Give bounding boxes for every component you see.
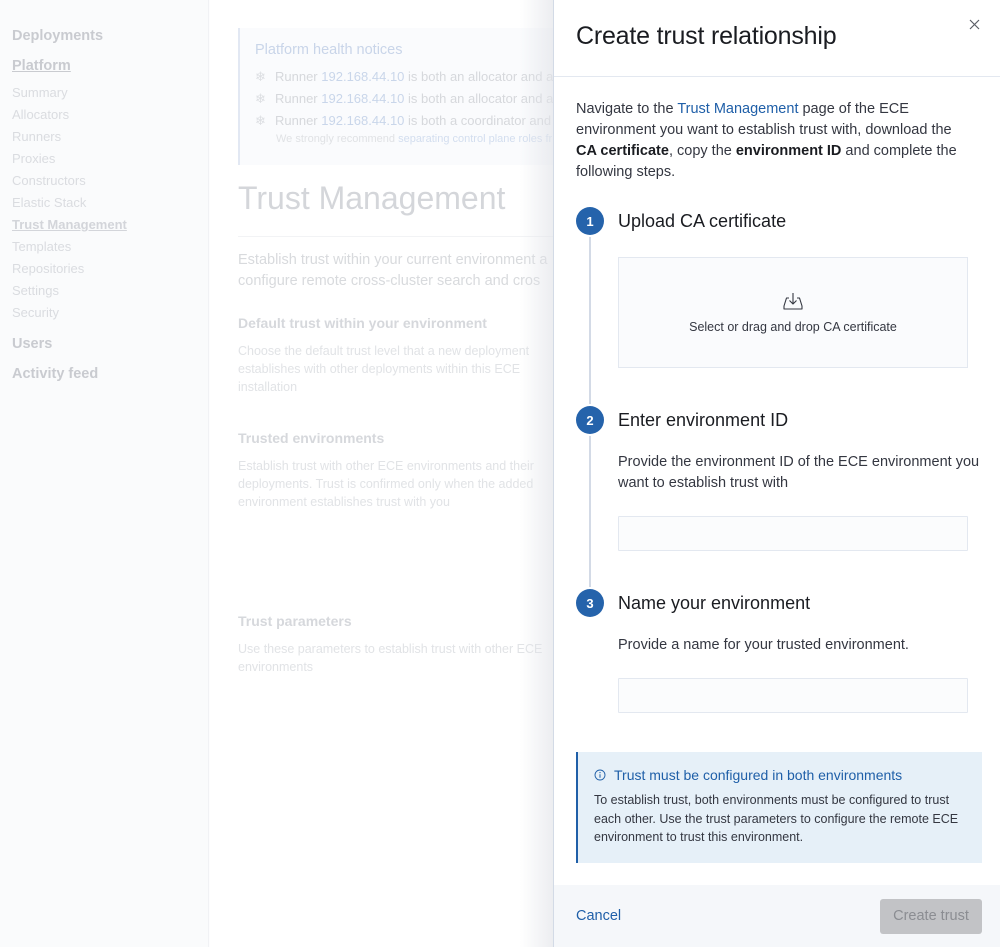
- platform-submenu: Summary Allocators Runners Proxies Const…: [12, 82, 196, 324]
- callout-title: Trust must be configured in both environ…: [614, 767, 903, 783]
- step-name-environment: 3 Name your environment Provide a name f…: [576, 589, 982, 713]
- import-icon: [783, 292, 803, 310]
- step-title: Upload CA certificate: [618, 211, 787, 231]
- notice-prefix: Runner: [275, 113, 318, 128]
- separating-roles-link[interactable]: separating control plane roles fr: [398, 133, 552, 145]
- sidebar-item-repositories[interactable]: Repositories: [12, 258, 196, 280]
- close-button[interactable]: [964, 14, 984, 34]
- environment-id-input[interactable]: [618, 516, 968, 551]
- notice-prefix: Runner: [275, 91, 318, 106]
- step-description: Provide a name for your trusted environm…: [618, 637, 909, 653]
- flyout-intro: Navigate to the Trust Management page of…: [576, 99, 976, 183]
- notice-prefix: Runner: [275, 69, 318, 84]
- step-upload-ca: 1 Upload CA certificate Select or drag a…: [576, 207, 982, 405]
- page-title: Trust Management: [238, 180, 506, 216]
- sidebar-item-users[interactable]: Users: [12, 336, 196, 352]
- sidebar-item-activity-feed[interactable]: Activity feed: [12, 366, 196, 382]
- callout-title-row: Trust must be configured in both environ…: [594, 767, 966, 783]
- step-environment-id: 2 Enter environment ID Provide the envir…: [576, 406, 982, 589]
- sidebar-item-allocators[interactable]: Allocators: [12, 104, 196, 126]
- default-trust-heading: Default trust within your environment: [238, 315, 487, 331]
- trust-management-link[interactable]: Trust Management: [677, 101, 798, 117]
- sidebar: Deployments Platform Summary Allocators …: [0, 0, 209, 947]
- sidebar-item-platform[interactable]: Platform: [12, 58, 196, 74]
- step-title: Name your environment: [618, 593, 811, 613]
- sidebar-item-security[interactable]: Security: [12, 302, 196, 324]
- sidebar-item-summary[interactable]: Summary: [12, 82, 196, 104]
- step-connector-line: [589, 235, 591, 405]
- step-number-badge: 3: [576, 589, 604, 617]
- sidebar-item-settings[interactable]: Settings: [12, 280, 196, 302]
- notice-suffix: is both an allocator and a d: [408, 91, 565, 106]
- intro-bold-environment-id: environment ID: [735, 143, 842, 159]
- note-text: We strongly recommend: [276, 133, 396, 145]
- flyout-footer: Cancel Create trust: [554, 885, 1000, 947]
- cancel-button[interactable]: Cancel: [576, 908, 621, 924]
- info-icon: [594, 769, 606, 781]
- notice-suffix: is both an allocator and a c: [408, 69, 564, 84]
- trusted-environments-heading: Trusted environments: [238, 430, 385, 446]
- trust-info-callout: Trust must be configured in both environ…: [576, 752, 982, 863]
- sidebar-item-runners[interactable]: Runners: [12, 126, 196, 148]
- intro-text: , copy the: [668, 143, 736, 159]
- step-title: Enter environment ID: [618, 410, 789, 430]
- create-trust-button[interactable]: Create trust: [880, 898, 982, 934]
- notice-suffix: is both a coordinator and a: [408, 113, 562, 128]
- runner-ip-link[interactable]: 192.168.44.10: [321, 69, 404, 84]
- step-number-badge: 2: [576, 406, 604, 434]
- sidebar-item-templates[interactable]: Templates: [12, 236, 196, 258]
- trust-parameters-description: Use these parameters to establish trust …: [238, 642, 543, 674]
- intro-text: Navigate to the: [576, 101, 678, 117]
- cluster-icon: ❄: [255, 113, 266, 128]
- trust-parameters-heading: Trust parameters: [238, 613, 352, 629]
- trusted-environments-description: Establish trust with other ECE environme…: [238, 459, 534, 509]
- runner-ip-link[interactable]: 192.168.44.10: [321, 113, 404, 128]
- close-icon: [969, 19, 979, 29]
- create-trust-flyout: Create trust relationship Navigate to th…: [553, 0, 1000, 947]
- ca-certificate-dropzone[interactable]: Select or drag and drop CA certificate: [618, 257, 968, 368]
- default-trust-description: Choose the default trust level that a ne…: [238, 344, 530, 394]
- sidebar-item-proxies[interactable]: Proxies: [12, 148, 196, 170]
- step-connector-line: [589, 434, 591, 589]
- sidebar-item-elastic-stack[interactable]: Elastic Stack: [12, 192, 196, 214]
- cluster-icon: ❄: [255, 91, 266, 106]
- flyout-header: Create trust relationship: [554, 0, 1000, 77]
- environment-name-input[interactable]: [618, 678, 968, 713]
- sidebar-item-constructors[interactable]: Constructors: [12, 170, 196, 192]
- flyout-title: Create trust relationship: [576, 22, 837, 50]
- cluster-icon: ❄: [255, 69, 266, 84]
- sidebar-item-trust-management[interactable]: Trust Management: [12, 214, 196, 236]
- runner-ip-link[interactable]: 192.168.44.10: [321, 91, 404, 106]
- callout-text: To establish trust, both environments mu…: [594, 793, 959, 844]
- step-description: Provide the environment ID of the ECE en…: [618, 454, 980, 491]
- step-number-badge: 1: [576, 207, 604, 235]
- intro-bold-ca-certificate: CA certificate: [576, 143, 669, 159]
- sidebar-item-deployments[interactable]: Deployments: [12, 28, 196, 44]
- dropzone-label: Select or drag and drop CA certificate: [689, 319, 897, 334]
